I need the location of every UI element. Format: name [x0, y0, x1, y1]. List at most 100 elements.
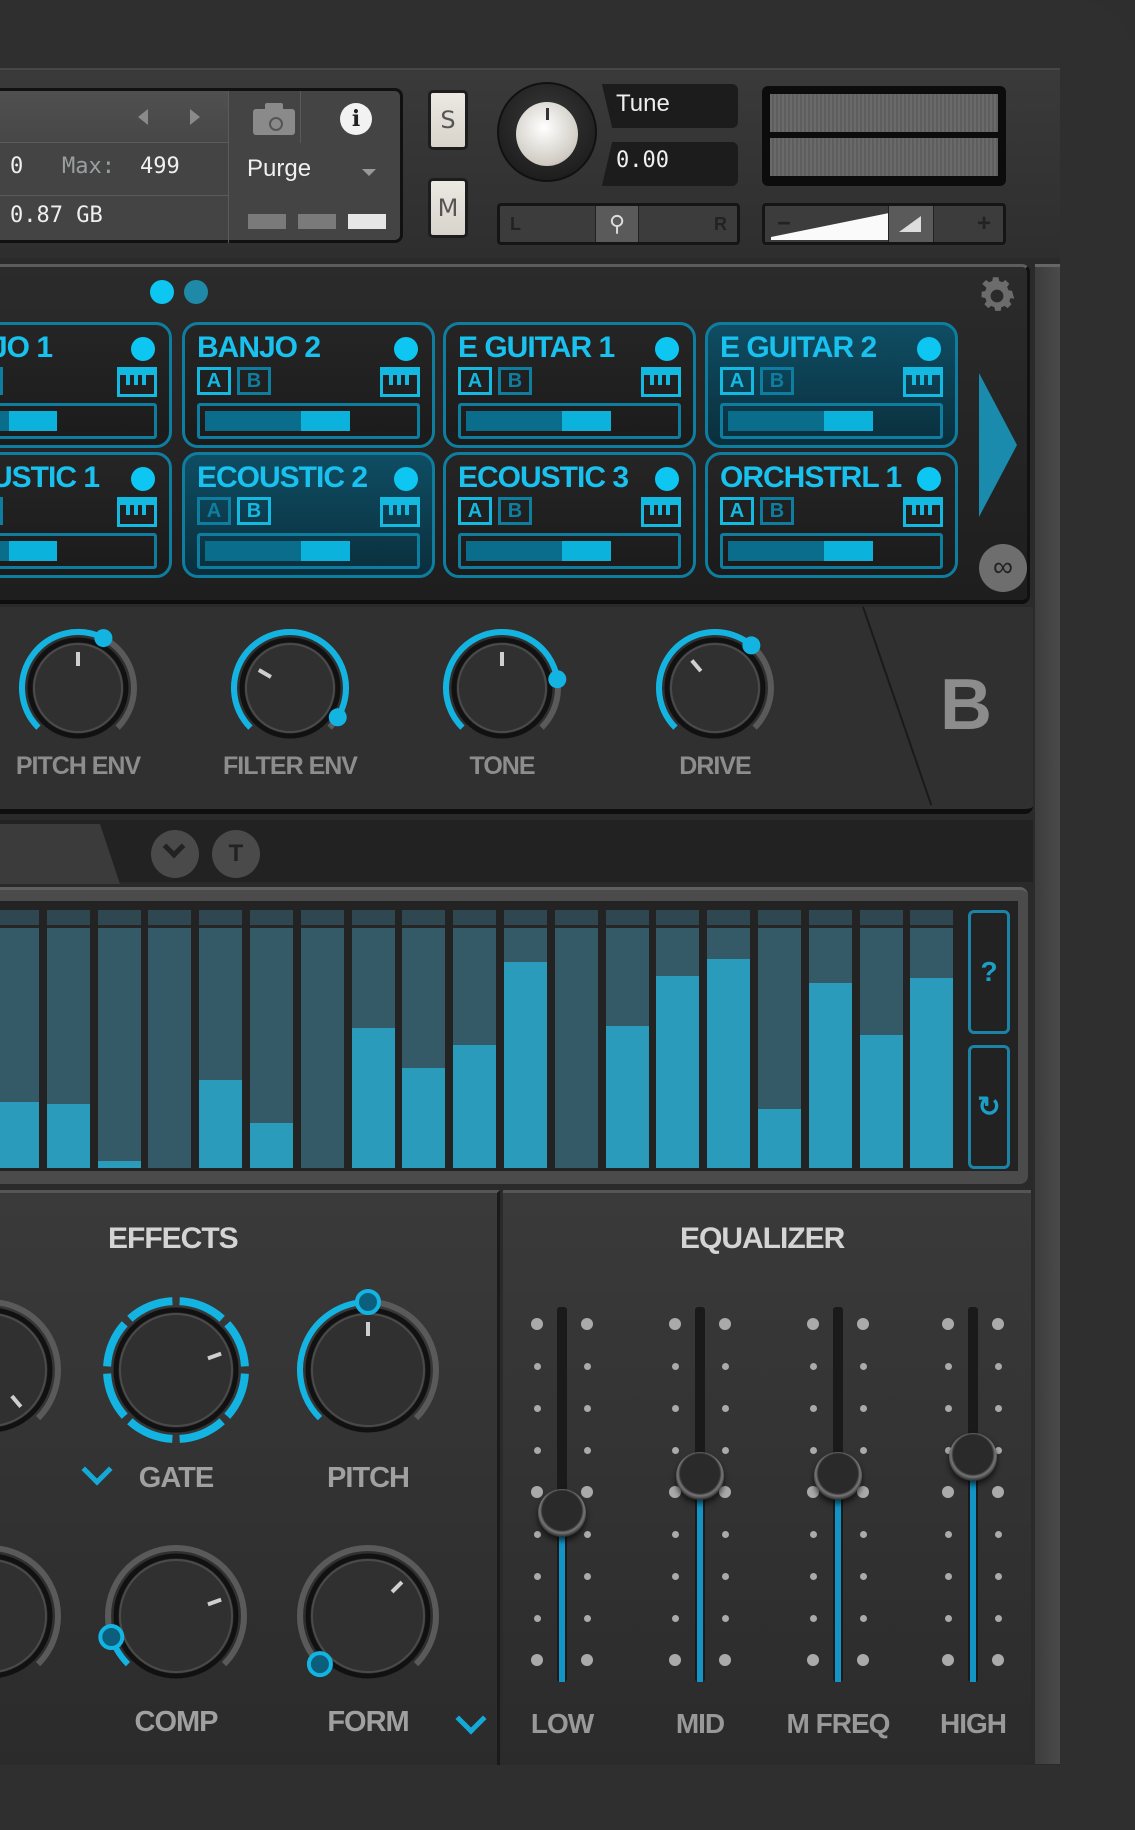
tune-knob[interactable]: [516, 102, 578, 166]
slot-card[interactable]: ORCHSTRL 1 A B: [705, 452, 958, 578]
page-dot-2[interactable]: [184, 280, 208, 304]
slot-volume-bar[interactable]: [197, 403, 420, 439]
slot-a-toggle[interactable]: A: [720, 497, 754, 525]
slot-b-toggle[interactable]: B: [760, 367, 794, 395]
slot-power-icon[interactable]: [655, 337, 679, 361]
sequencer-step[interactable]: [46, 910, 90, 1168]
knob-value-handle[interactable]: [742, 636, 761, 655]
tab-main[interactable]: [0, 824, 120, 884]
slot-b-toggle[interactable]: B: [237, 367, 271, 395]
sequencer-step[interactable]: [808, 910, 852, 1168]
eq-slider-handle[interactable]: [538, 1489, 586, 1538]
slot-b-toggle[interactable]: B: [0, 497, 3, 525]
camera-icon[interactable]: [253, 103, 295, 135]
sequencer-step[interactable]: [351, 910, 395, 1168]
slot-a-toggle[interactable]: A: [197, 497, 231, 525]
slot-power-icon[interactable]: [394, 467, 418, 491]
slot-card[interactable]: ECOUSTIC 2 A B: [182, 452, 435, 578]
keyboard-icon[interactable]: [380, 497, 420, 527]
slot-volume-bar[interactable]: [458, 403, 681, 439]
macro-knob[interactable]: [10, 620, 146, 756]
macro-knob[interactable]: [647, 620, 783, 756]
eq-slider-handle[interactable]: [814, 1451, 862, 1500]
slot-volume-bar[interactable]: [720, 533, 943, 569]
sequencer-step[interactable]: [199, 910, 243, 1168]
collapse-button[interactable]: [151, 830, 199, 878]
effect-knob[interactable]: [0, 1536, 70, 1696]
slot-b-toggle[interactable]: B: [498, 497, 532, 525]
eq-slider-handle[interactable]: [949, 1433, 997, 1481]
arrow-left-icon[interactable]: [138, 109, 148, 125]
keyboard-icon[interactable]: [903, 367, 943, 397]
sequencer-step[interactable]: [250, 910, 293, 1168]
keyboard-icon[interactable]: [117, 367, 157, 397]
pan-slider[interactable]: L R ⚲: [497, 203, 740, 245]
slot-card[interactable]: ECOUSTIC 3 A B: [443, 452, 696, 578]
reset-button[interactable]: ↻: [968, 1045, 1010, 1169]
sequencer-step[interactable]: [97, 910, 141, 1168]
mute-button[interactable]: M: [428, 178, 468, 238]
slot-volume-bar[interactable]: [720, 403, 943, 439]
slot-volume-bar[interactable]: [0, 403, 157, 439]
slot-volume-bar[interactable]: [0, 533, 157, 569]
knob-value-handle[interactable]: [94, 629, 113, 648]
knob-value-handle[interactable]: [548, 670, 567, 689]
slot-volume-bar[interactable]: [458, 533, 681, 569]
slot-power-icon[interactable]: [131, 337, 155, 361]
sequencer-step[interactable]: [402, 910, 446, 1168]
volume-handle[interactable]: [888, 206, 934, 242]
macro-knob[interactable]: [222, 620, 358, 756]
keyboard-icon[interactable]: [641, 497, 681, 527]
effect-knob[interactable]: [0, 1290, 70, 1450]
slot-power-icon[interactable]: [131, 467, 155, 491]
keyboard-icon[interactable]: [380, 367, 420, 397]
info-icon[interactable]: i: [340, 103, 372, 135]
slot-b-toggle[interactable]: B: [237, 497, 271, 525]
slot-power-icon[interactable]: [917, 337, 941, 361]
purge-menu[interactable]: Purge: [247, 155, 311, 183]
effect-knob[interactable]: [96, 1290, 256, 1450]
sequencer-step[interactable]: [453, 910, 497, 1168]
knob-value-handle[interactable]: [98, 1624, 125, 1651]
slot-card[interactable]: BANJO 1 A B: [0, 322, 172, 448]
slot-volume-bar[interactable]: [197, 533, 420, 569]
slot-card[interactable]: E GUITAR 1 A B: [443, 322, 696, 448]
macro-knob[interactable]: [434, 620, 570, 756]
sequencer-step[interactable]: [859, 910, 903, 1168]
slot-a-toggle[interactable]: A: [458, 367, 492, 395]
slot-card[interactable]: BANJO 2 A B: [182, 322, 435, 448]
scrollbar[interactable]: [1035, 264, 1060, 1764]
link-icon[interactable]: ∞: [979, 544, 1027, 592]
slot-card[interactable]: E GUITAR 2 A B: [705, 322, 958, 448]
effect-knob[interactable]: [288, 1289, 448, 1450]
dropdown-arrow-icon[interactable]: [362, 169, 376, 176]
slot-b-toggle[interactable]: B: [760, 497, 794, 525]
slot-power-icon[interactable]: [655, 467, 679, 491]
gear-icon[interactable]: [975, 274, 1019, 318]
t-button[interactable]: T: [212, 830, 260, 878]
keyboard-icon[interactable]: [117, 497, 157, 527]
solo-button[interactable]: S: [428, 90, 468, 150]
page-dot-1[interactable]: [150, 280, 174, 304]
keyboard-icon[interactable]: [903, 497, 943, 527]
sequencer-step[interactable]: [554, 910, 598, 1168]
effect-knob[interactable]: [96, 1536, 256, 1696]
slot-a-toggle[interactable]: A: [720, 367, 754, 395]
slot-b-toggle[interactable]: B: [0, 367, 3, 395]
volume-slider[interactable]: − +: [762, 203, 1006, 245]
knob-value-handle[interactable]: [328, 708, 347, 727]
knob-value-handle[interactable]: [355, 1289, 381, 1315]
help-button[interactable]: ?: [968, 910, 1010, 1034]
eq-slider-handle[interactable]: [676, 1451, 724, 1500]
pan-handle[interactable]: ⚲: [595, 206, 639, 242]
sequencer-step[interactable]: [758, 910, 801, 1168]
knob-value-handle[interactable]: [306, 1651, 333, 1678]
slot-power-icon[interactable]: [394, 337, 418, 361]
effect-knob[interactable]: [288, 1536, 448, 1696]
sequencer-step[interactable]: [0, 910, 39, 1168]
sequencer-step[interactable]: [148, 910, 192, 1168]
sequencer-step[interactable]: [504, 910, 547, 1168]
sequencer-step[interactable]: [300, 910, 344, 1168]
slot-card[interactable]: ECOUSTIC 1 A B: [0, 452, 172, 578]
sequencer-step[interactable]: [910, 910, 954, 1168]
